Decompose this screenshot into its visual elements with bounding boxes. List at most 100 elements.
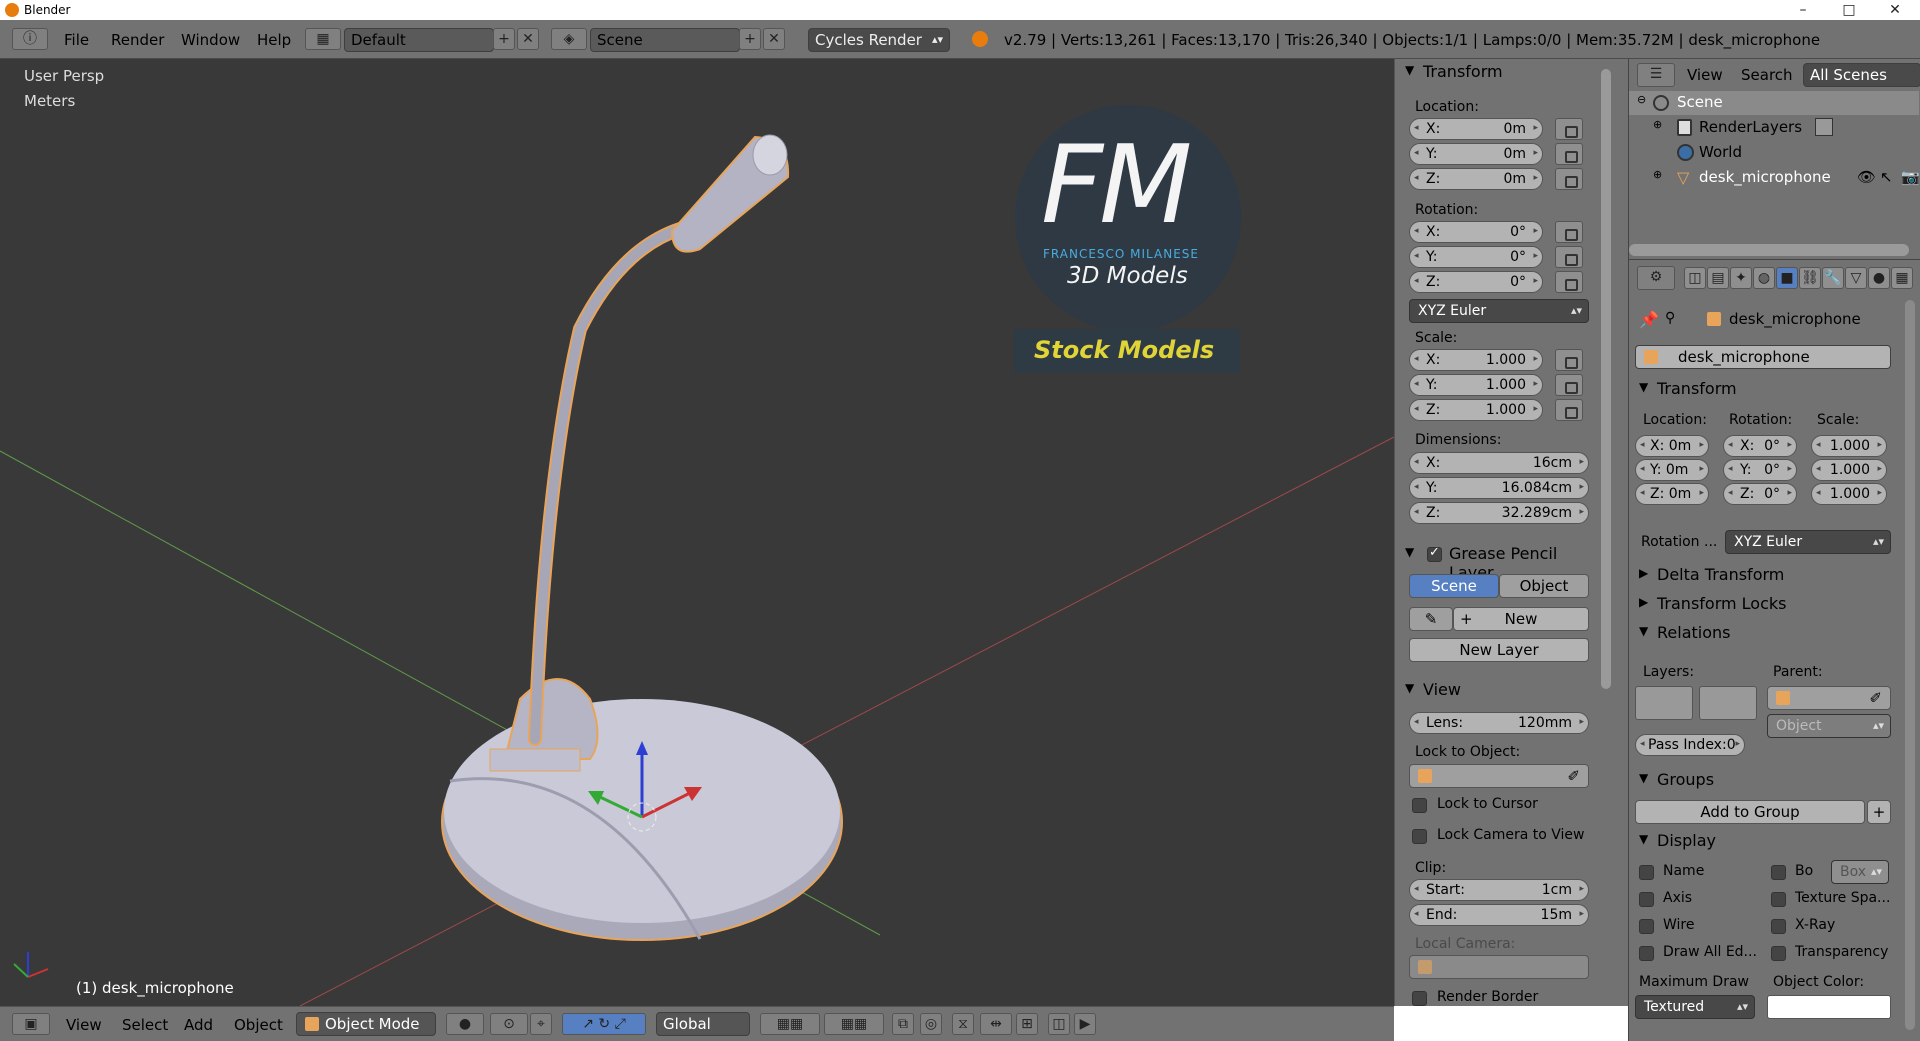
editor-type-properties-icon[interactable]: ⚙	[1637, 266, 1675, 290]
maximize-button[interactable]: □	[1826, 0, 1872, 20]
outliner-scrollbar[interactable]	[1629, 244, 1909, 256]
location-x-field[interactable]: ◂ X: 0m ▸	[1409, 118, 1543, 140]
relations-panel-header[interactable]: ▼ Relations	[1629, 620, 1899, 646]
obj-scale-y-field[interactable]: ◂ 1.000 ▸	[1811, 459, 1887, 481]
lock-rotation-y-icon[interactable]	[1555, 246, 1583, 268]
location-z-field[interactable]: ◂ Z: 0m ▸	[1409, 168, 1543, 190]
obj-rotation-y-field[interactable]: ◂ Y: 0° ▸	[1723, 459, 1797, 481]
outliner-item-world[interactable]: World	[1629, 141, 1919, 165]
renderable-camera-icon[interactable]: 📷	[1901, 168, 1920, 186]
delete-layout-icon[interactable]: ✕	[517, 28, 539, 50]
add-group-plus-icon[interactable]: +	[1867, 800, 1891, 824]
snap-element-icon[interactable]: ⇹	[980, 1013, 1012, 1035]
obj-location-z-field[interactable]: ◂ Z: 0m ▸	[1635, 483, 1709, 505]
minimize-button[interactable]: –	[1780, 0, 1826, 20]
lock-scale-x-icon[interactable]	[1555, 349, 1583, 371]
display-axis-checkbox[interactable]	[1639, 892, 1654, 907]
pass-index-field[interactable]: ◂ Pass Index:0 ▸	[1635, 734, 1745, 756]
mode-dropdown[interactable]: Object Mode	[296, 1012, 436, 1036]
gp-new-layer-button[interactable]: New Layer	[1409, 638, 1589, 662]
tab-texture-icon[interactable]: ▦	[1891, 267, 1913, 289]
object-color-swatch[interactable]	[1767, 995, 1891, 1019]
display-wire-checkbox[interactable]	[1639, 919, 1654, 934]
gp-scene-button[interactable]: Scene	[1409, 574, 1499, 598]
properties-scrollbar[interactable]	[1905, 300, 1915, 1030]
clip-end-field[interactable]: ◂ End: 15m ▸	[1409, 904, 1589, 926]
local-camera-field[interactable]	[1409, 955, 1589, 979]
render-animation-icon[interactable]: ▶	[1074, 1013, 1096, 1035]
outliner-menu-view[interactable]: View	[1687, 66, 1723, 84]
viewport-shading-icon[interactable]: ●	[446, 1013, 484, 1035]
delta-transform-panel-header[interactable]: ▶ Delta Transform	[1629, 562, 1899, 588]
add-to-group-button[interactable]: Add to Group	[1635, 800, 1865, 824]
menu-add[interactable]: Add	[184, 1016, 213, 1034]
menu-help[interactable]: Help	[257, 31, 291, 49]
bounds-type-dropdown[interactable]: Box ▴▾	[1831, 860, 1889, 884]
tab-world-icon[interactable]: ◍	[1753, 267, 1775, 289]
scale-z-field[interactable]: ◂ Z: 1.000 ▸	[1409, 399, 1543, 421]
object-name-field[interactable]: desk_microphone	[1635, 345, 1891, 369]
menu-object[interactable]: Object	[234, 1016, 283, 1034]
screen-layout-icon[interactable]: ▦	[305, 28, 341, 50]
clip-start-field[interactable]: ◂ Start: 1cm ▸	[1409, 879, 1589, 901]
tab-constraints-icon[interactable]: ⛓	[1799, 267, 1821, 289]
display-transparency-checkbox[interactable]	[1771, 946, 1786, 961]
proportional-edit-icon[interactable]: ◎	[920, 1013, 942, 1035]
manipulator-toggle-icon[interactable]: ⌖	[530, 1013, 552, 1035]
tab-object-icon[interactable]: ■	[1776, 267, 1798, 289]
gp-new-button[interactable]: + New	[1453, 607, 1589, 631]
render-engine-dropdown[interactable]: Cycles Render ▴▾	[808, 28, 950, 52]
lock-rotation-z-icon[interactable]	[1555, 271, 1583, 293]
parent-field[interactable]: ✐	[1767, 686, 1891, 710]
display-draw-all-edges-checkbox[interactable]	[1639, 946, 1654, 961]
screen-layout-field[interactable]: Default	[344, 28, 494, 52]
gp-data-selector-icon[interactable]: ✎	[1409, 607, 1453, 631]
close-window-button[interactable]: ✕	[1872, 0, 1918, 20]
dimension-z-field[interactable]: ◂ Z: 32.289cm ▸	[1409, 502, 1589, 524]
tab-data-icon[interactable]: ▽	[1845, 267, 1867, 289]
display-texture-space-checkbox[interactable]	[1771, 892, 1786, 907]
obj-rotation-mode-dropdown[interactable]: XYZ Euler ▴▾	[1725, 530, 1891, 554]
obj-location-y-field[interactable]: ◂ Y: 0m ▸	[1635, 459, 1709, 481]
gp-object-button[interactable]: Object	[1499, 574, 1589, 598]
lock-scale-z-icon[interactable]	[1555, 399, 1583, 421]
object-layers-grid-1[interactable]	[1635, 686, 1693, 720]
visibility-eye-icon[interactable]: 👁	[1857, 168, 1876, 186]
tab-render-layers-icon[interactable]: ▤	[1707, 267, 1729, 289]
tab-material-icon[interactable]: ●	[1868, 267, 1890, 289]
add-layout-icon[interactable]: +	[493, 28, 515, 50]
tab-scene-icon[interactable]: ✦	[1730, 267, 1752, 289]
groups-panel-header[interactable]: ▼ Groups	[1629, 767, 1899, 793]
lock-location-y-icon[interactable]	[1555, 143, 1583, 165]
tab-render-icon[interactable]: ◫	[1684, 267, 1706, 289]
lock-location-x-icon[interactable]	[1555, 118, 1583, 140]
menu-render[interactable]: Render	[111, 31, 164, 49]
outliner-item-scene[interactable]: ⊖ Scene	[1629, 91, 1919, 115]
location-y-field[interactable]: ◂ Y: 0m ▸	[1409, 143, 1543, 165]
view-panel-header[interactable]: ▼ View	[1395, 677, 1605, 703]
rotation-y-field[interactable]: ◂ Y: 0° ▸	[1409, 246, 1543, 268]
dimension-x-field[interactable]: ◂ X: 16cm ▸	[1409, 452, 1589, 474]
transform-panel-header[interactable]: ▼ Transform	[1395, 59, 1605, 85]
snap-toggle-icon[interactable]: ⧖	[952, 1013, 974, 1035]
outliner-menu-search[interactable]: Search	[1741, 66, 1793, 84]
rotation-z-field[interactable]: ◂ Z: 0° ▸	[1409, 271, 1543, 293]
dimension-y-field[interactable]: ◂ Y: 16.084cm ▸	[1409, 477, 1589, 499]
outliner-item-renderlayers[interactable]: ⊕ RenderLayers	[1629, 116, 1919, 140]
transform-locks-panel-header[interactable]: ▶ Transform Locks	[1629, 591, 1899, 617]
layers-grid-2-icon[interactable]: ▦▦	[824, 1013, 884, 1035]
pin-icon[interactable]: 📌	[1639, 310, 1659, 329]
obj-scale-x-field[interactable]: ◂ 1.000 ▸	[1811, 435, 1887, 457]
grease-pencil-panel-header[interactable]: ▼ Grease Pencil Layer	[1395, 541, 1605, 582]
lock-camera-checkbox[interactable]	[1412, 829, 1427, 844]
display-xray-checkbox[interactable]	[1771, 919, 1786, 934]
render-layer-toggle-icon[interactable]	[1815, 118, 1833, 136]
lock-scale-y-icon[interactable]	[1555, 374, 1583, 396]
menu-window[interactable]: Window	[181, 31, 240, 49]
obj-transform-panel-header[interactable]: ▼ Transform	[1629, 376, 1899, 402]
rotation-x-field[interactable]: ◂ X: 0° ▸	[1409, 221, 1543, 243]
display-panel-header[interactable]: ▼ Display	[1629, 828, 1899, 854]
layers-grid-1-icon[interactable]: ▦▦	[760, 1013, 820, 1035]
selectable-cursor-icon[interactable]: ↖	[1880, 168, 1893, 186]
scene-selector-icon[interactable]: ◈	[551, 28, 587, 50]
